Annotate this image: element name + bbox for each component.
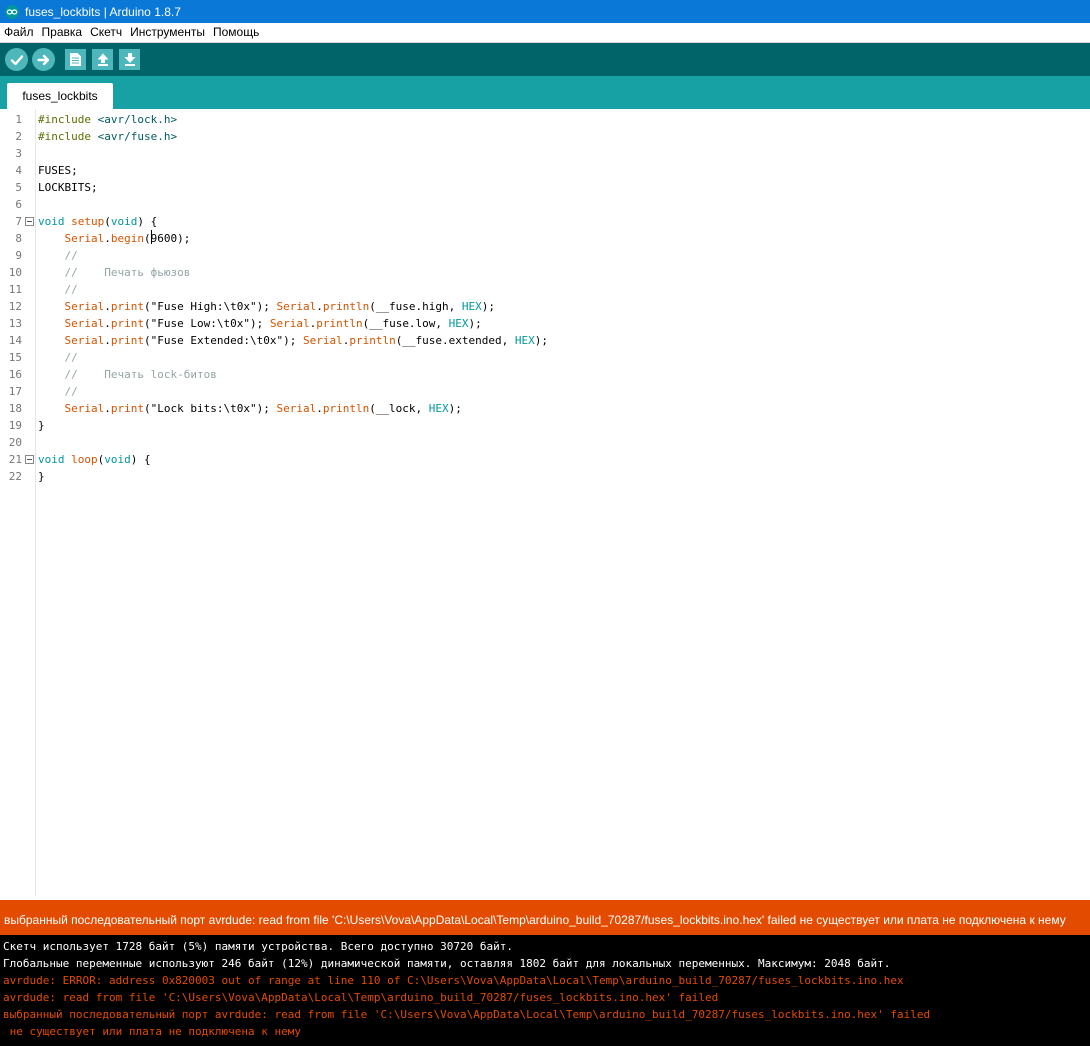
code-line[interactable]: 4 FUSES; [0, 162, 1090, 179]
upload-button[interactable] [32, 48, 55, 71]
fold-collapse-icon[interactable] [25, 455, 34, 464]
line-number: 10 [8, 266, 22, 279]
line-code[interactable]: } [38, 417, 45, 434]
arrow-up-icon [97, 53, 108, 66]
line-code[interactable]: // Печать фьюзов [38, 264, 191, 281]
code-line[interactable]: 9 // [0, 247, 1090, 264]
code-line[interactable]: 8 Serial.begin(9600); [0, 230, 1090, 247]
line-number: 16 [8, 368, 22, 381]
line-code[interactable]: // [38, 349, 78, 366]
line-code[interactable]: void setup(void) { [38, 213, 157, 230]
line-number: 1 [15, 113, 22, 126]
console-error-line: avrdude: ERROR: address 0x820003 out of … [3, 974, 904, 987]
line-code[interactable]: void loop(void) { [38, 451, 151, 468]
line-number: 17 [8, 385, 22, 398]
line-code[interactable]: Serial.print("Fuse Low:\t0x"); Serial.pr… [38, 315, 482, 332]
line-number: 22 [8, 470, 22, 483]
code-line[interactable]: 2 #include <avr/fuse.h> [0, 128, 1090, 145]
line-number: 7 [15, 215, 22, 228]
menu-edit[interactable]: Правка [38, 23, 87, 42]
code-line[interactable]: 17 // [0, 383, 1090, 400]
toolbar [0, 43, 1090, 76]
code-line[interactable]: 14 Serial.print("Fuse Extended:\t0x"); S… [0, 332, 1090, 349]
code-line[interactable]: 11 // [0, 281, 1090, 298]
status-bar: выбранный последовательный порт avrdude:… [0, 900, 1090, 935]
line-number: 11 [8, 283, 22, 296]
code-line[interactable]: 10 // Печать фьюзов [0, 264, 1090, 281]
code-line[interactable]: 12 Serial.print("Fuse High:\t0x"); Seria… [0, 298, 1090, 315]
code-line[interactable]: 15 // [0, 349, 1090, 366]
code-line[interactable]: 6 [0, 196, 1090, 213]
arrow-right-icon [36, 54, 49, 65]
line-code[interactable]: #include <avr/lock.h> [38, 111, 177, 128]
save-sketch-button[interactable] [119, 49, 140, 70]
line-code[interactable]: Serial.begin(9600); [38, 230, 190, 247]
code-line[interactable]: 5 LOCKBITS; [0, 179, 1090, 196]
console-error-line: выбранный последовательный порт avrdude:… [3, 1008, 931, 1021]
line-number: 3 [15, 147, 22, 160]
line-number: 9 [15, 249, 22, 262]
line-number: 18 [8, 402, 22, 415]
console-output[interactable]: Скетч использует 1728 байт (5%) памяти у… [0, 935, 1090, 1046]
title-bar: fuses_lockbits | Arduino 1.8.7 [0, 0, 1090, 23]
console-error-line: не существует или плата не подключена к … [3, 1025, 302, 1038]
code-line[interactable]: 19 } [0, 417, 1090, 434]
line-code[interactable]: // [38, 281, 78, 298]
code-line[interactable]: 3 [0, 145, 1090, 162]
open-sketch-button[interactable] [92, 49, 113, 70]
new-file-icon [70, 53, 81, 66]
line-number: 12 [8, 300, 22, 313]
line-number: 4 [15, 164, 22, 177]
code-line[interactable]: 18 Serial.print("Lock bits:\t0x"); Seria… [0, 400, 1090, 417]
tab-fuses-lockbits[interactable]: fuses_lockbits [7, 83, 113, 109]
line-number: 15 [8, 351, 22, 364]
line-code[interactable]: // Печать lock-битов [38, 366, 217, 383]
code-line[interactable]: 7 void setup(void) { [0, 213, 1090, 230]
menu-file[interactable]: Файл [0, 23, 38, 42]
status-message: выбранный последовательный порт avrdude:… [4, 913, 1066, 927]
line-code[interactable]: // [38, 383, 78, 400]
line-code[interactable]: FUSES; [38, 162, 78, 179]
fold-collapse-icon[interactable] [25, 217, 34, 226]
code-line[interactable]: 20 [0, 434, 1090, 451]
menu-help[interactable]: Помощь [209, 23, 263, 42]
code-line[interactable]: 21 void loop(void) { [0, 451, 1090, 468]
menu-bar: Файл Правка Скетч Инструменты Помощь [0, 23, 1090, 43]
code-line[interactable]: 22 } [0, 468, 1090, 485]
menu-tools[interactable]: Инструменты [126, 23, 209, 42]
console-line: Глобальные переменные используют 246 бай… [3, 957, 891, 970]
window-title: fuses_lockbits | Arduino 1.8.7 [25, 4, 181, 19]
code-line[interactable]: 1 #include <avr/lock.h> [0, 111, 1090, 128]
line-number: 21 [8, 453, 22, 466]
line-code[interactable]: } [38, 468, 45, 485]
arrow-down-icon [124, 53, 135, 66]
tab-bar: fuses_lockbits [0, 76, 1090, 109]
line-code[interactable]: #include <avr/fuse.h> [38, 128, 177, 145]
line-code[interactable]: Serial.print("Lock bits:\t0x"); Serial.p… [38, 400, 462, 417]
line-number: 6 [15, 198, 22, 211]
code-line[interactable]: 13 Serial.print("Fuse Low:\t0x"); Serial… [0, 315, 1090, 332]
line-code[interactable]: Serial.print("Fuse High:\t0x"); Serial.p… [38, 298, 496, 315]
line-code[interactable]: Serial.print("Fuse Extended:\t0x"); Seri… [38, 332, 549, 349]
code-line[interactable]: 16 // Печать lock-битов [0, 366, 1090, 383]
line-number: 5 [15, 181, 22, 194]
new-sketch-button[interactable] [65, 49, 86, 70]
line-number: 19 [8, 419, 22, 432]
check-icon [10, 54, 23, 65]
line-number: 8 [15, 232, 22, 245]
verify-button[interactable] [5, 48, 28, 71]
line-code[interactable]: LOCKBITS; [38, 179, 98, 196]
console-error-line: avrdude: read from file 'C:\Users\Vova\A… [3, 991, 719, 1004]
line-code[interactable]: // [38, 247, 78, 264]
line-number: 14 [8, 334, 22, 347]
menu-sketch[interactable]: Скетч [86, 23, 126, 42]
line-number: 2 [15, 130, 22, 143]
line-number: 13 [8, 317, 22, 330]
code-editor[interactable]: 1 #include <avr/lock.h> 2 #include <avr/… [0, 109, 1090, 900]
line-number: 20 [8, 436, 22, 449]
console-line: Скетч использует 1728 байт (5%) памяти у… [3, 940, 513, 953]
arduino-logo-icon [5, 4, 19, 19]
